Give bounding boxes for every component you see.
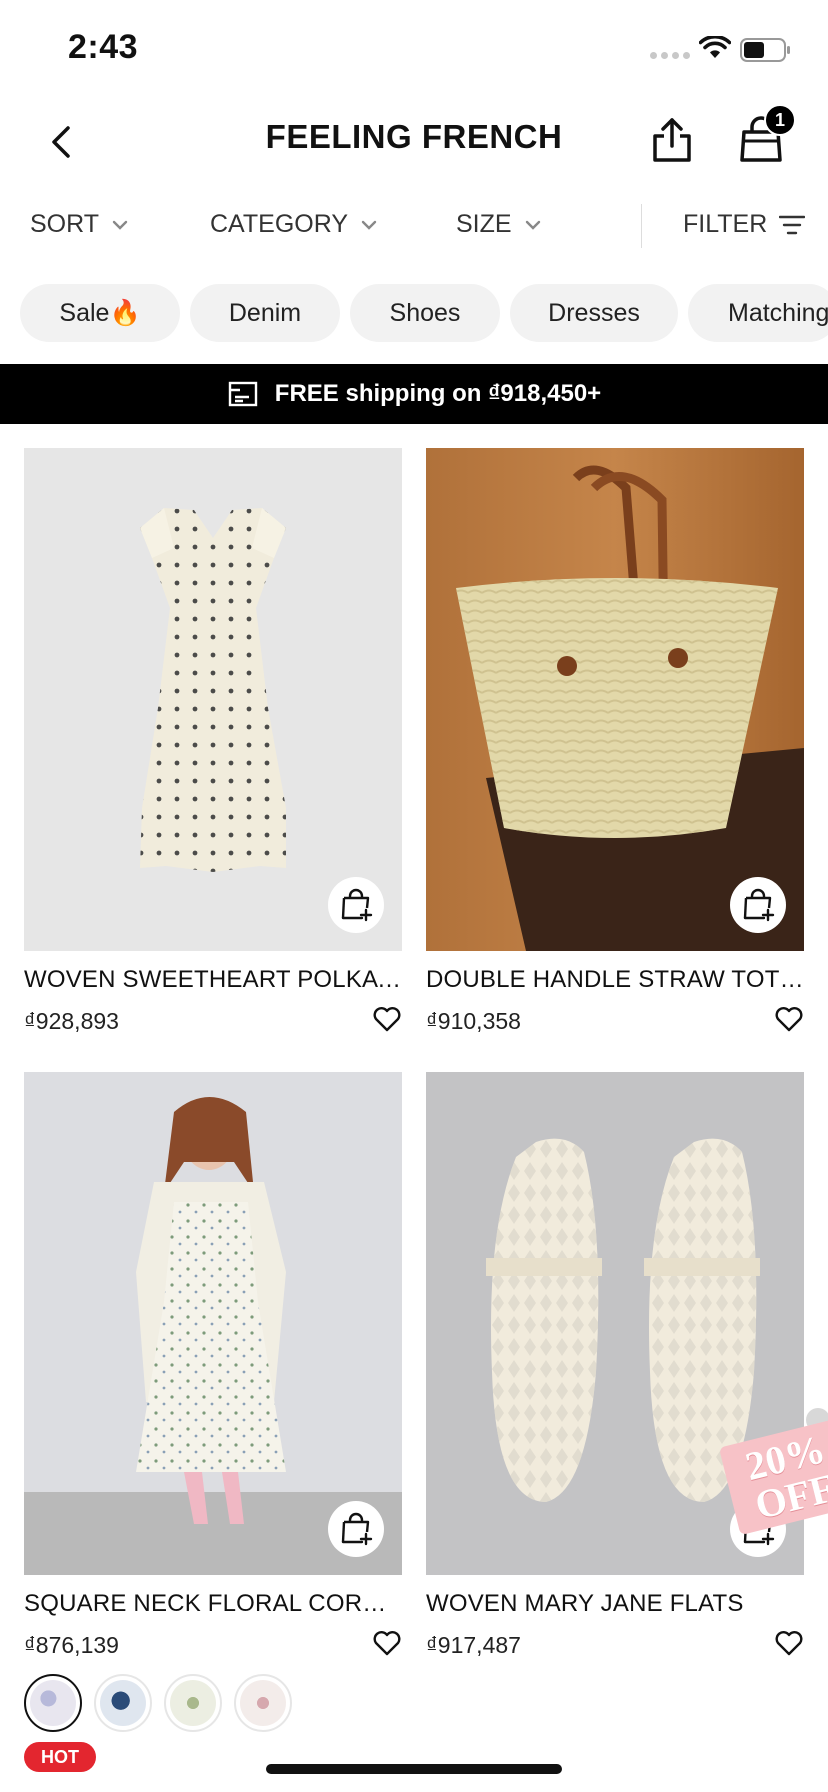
product-card[interactable]: WOVEN SWEETHEART POLKA DOT MAXI DRESS ₫9…	[24, 448, 402, 1034]
status-bar: 2:43	[0, 0, 828, 100]
wifi-icon	[699, 36, 731, 58]
product-name[interactable]: SQUARE NECK FLORAL CORSET MIDI DRESS	[24, 1590, 402, 1618]
product-price: ₫876,139	[24, 1632, 119, 1658]
product-photo-dress	[24, 448, 402, 951]
category-chips: Sale🔥 Denim Shoes Dresses Matching	[20, 284, 828, 342]
color-swatch[interactable]	[24, 1674, 82, 1732]
product-name[interactable]: WOVEN SWEETHEART POLKA DOT MAXI DRESS	[24, 966, 402, 994]
product-price: ₫928,893	[24, 1008, 119, 1034]
battery-icon	[740, 38, 790, 62]
size-dropdown[interactable]: SIZE	[456, 210, 542, 239]
product-name[interactable]: WOVEN MARY JANE FLATS	[426, 1590, 804, 1618]
color-swatches	[24, 1674, 292, 1732]
heart-icon[interactable]	[774, 1004, 804, 1034]
chevron-down-icon	[112, 220, 128, 230]
chevron-down-icon	[525, 220, 540, 230]
filter-button[interactable]: FILTER	[683, 210, 806, 239]
cart-count-badge: 1	[764, 104, 796, 136]
share-icon[interactable]	[650, 116, 694, 164]
add-to-cart-button[interactable]	[730, 877, 786, 933]
heart-icon[interactable]	[372, 1628, 402, 1658]
add-to-cart-button[interactable]	[328, 877, 384, 933]
product-image[interactable]	[24, 1072, 402, 1575]
product-name[interactable]: DOUBLE HANDLE STRAW TOTE BAG	[426, 966, 804, 994]
add-to-bag-icon	[341, 888, 373, 922]
shipping-banner-text: FREE shipping on ₫918,450+	[274, 380, 602, 407]
color-swatch[interactable]	[164, 1674, 222, 1732]
product-photo-floral-dress-model	[24, 1072, 402, 1575]
filter-label: FILTER	[683, 210, 768, 238]
chip-dresses[interactable]: Dresses	[510, 284, 678, 342]
heart-icon[interactable]	[774, 1628, 804, 1658]
chip-matching[interactable]: Matching	[688, 284, 828, 342]
chevron-down-icon	[361, 220, 377, 230]
add-to-bag-icon	[743, 888, 775, 922]
top-nav-header: FEELING FRENCH 1	[0, 100, 828, 184]
product-card[interactable]: SQUARE NECK FLORAL CORSET MIDI DRESS ₫87…	[24, 1072, 402, 1658]
color-swatch[interactable]	[234, 1674, 292, 1732]
filter-row: SORT CATEGORY SIZE FILTER	[0, 196, 828, 252]
cellular-signal-icon	[650, 52, 690, 59]
sort-dropdown[interactable]: SORT	[30, 210, 129, 239]
status-time: 2:43	[68, 28, 139, 66]
product-card[interactable]: DOUBLE HANDLE STRAW TOTE BAG ₫910,358	[426, 448, 804, 1034]
filter-lines-icon	[779, 215, 806, 234]
page-title: FEELING FRENCH	[265, 118, 563, 155]
add-to-cart-button[interactable]	[328, 1501, 384, 1557]
chip-sale[interactable]: Sale🔥	[20, 284, 180, 342]
shipping-banner[interactable]: FREE shipping on ₫918,450+	[0, 364, 828, 424]
product-image[interactable]	[24, 448, 402, 951]
delivery-truck-icon	[228, 381, 257, 407]
hot-badge: HOT	[24, 1742, 96, 1772]
product-image[interactable]	[426, 448, 804, 951]
chip-shoes[interactable]: Shoes	[350, 284, 500, 342]
size-label: SIZE	[456, 210, 512, 238]
category-dropdown[interactable]: CATEGORY	[210, 210, 378, 239]
product-price: ₫910,358	[426, 1008, 521, 1034]
filter-divider	[641, 204, 642, 248]
product-price: ₫917,487	[426, 1632, 521, 1658]
add-to-bag-icon	[341, 1512, 373, 1546]
chip-denim[interactable]: Denim	[190, 284, 340, 342]
product-photo-straw-tote	[426, 448, 804, 951]
category-label: CATEGORY	[210, 210, 348, 238]
color-swatch[interactable]	[94, 1674, 152, 1732]
sort-label: SORT	[30, 210, 99, 238]
home-indicator	[266, 1764, 562, 1774]
heart-icon[interactable]	[372, 1004, 402, 1034]
